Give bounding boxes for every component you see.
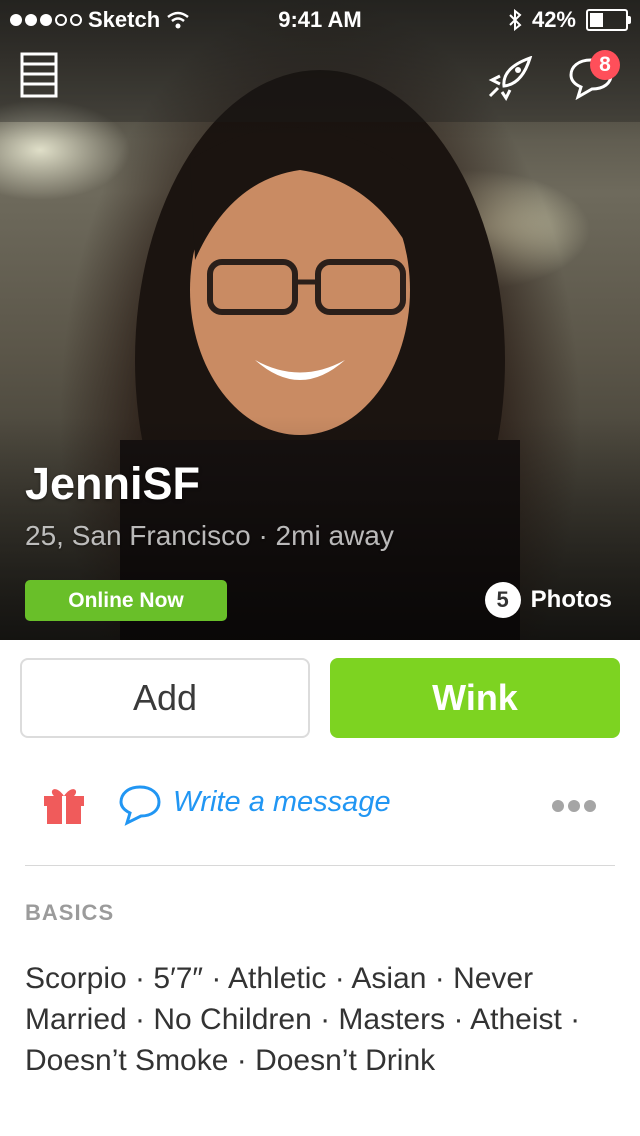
menu-icon: [20, 52, 58, 98]
boost-button[interactable]: [486, 55, 534, 107]
battery-percent: 42%: [531, 7, 576, 32]
action-row: Write a message: [0, 770, 640, 842]
profile-name: JenniSF: [25, 458, 201, 509]
gift-icon: [44, 789, 84, 824]
messages-badge: 8: [590, 50, 620, 80]
write-message-link[interactable]: Write a message: [173, 786, 391, 819]
write-message-icon-button[interactable]: [118, 784, 162, 831]
add-button[interactable]: Add: [20, 658, 310, 738]
photos-label: Photos: [530, 586, 612, 613]
photos-button[interactable]: 5 Photos: [484, 582, 612, 618]
profile-subline: 25, San Francisco · 2mi away: [25, 520, 394, 551]
speech-bubble-icon: [119, 785, 161, 826]
wink-button[interactable]: Wink: [330, 658, 620, 738]
status-bar: Sketch 9:41 AM 42%: [0, 0, 640, 40]
gift-button[interactable]: [42, 782, 86, 831]
rocket-icon: [488, 55, 533, 101]
basics-details: Scorpio · 5′7″ · Athletic · Asian · Neve…: [25, 962, 581, 1077]
status-right: 42%: [508, 7, 631, 33]
photos-count: 5: [484, 582, 521, 618]
section-divider: [25, 865, 615, 866]
bluetooth-icon: [509, 9, 522, 31]
more-options-icon[interactable]: [552, 800, 596, 812]
messages-button[interactable]: 8: [568, 50, 620, 105]
online-status-badge: Online Now: [25, 580, 227, 621]
battery-icon: [586, 9, 631, 31]
menu-button[interactable]: [20, 52, 58, 103]
basics-heading: BASICS: [25, 900, 115, 925]
